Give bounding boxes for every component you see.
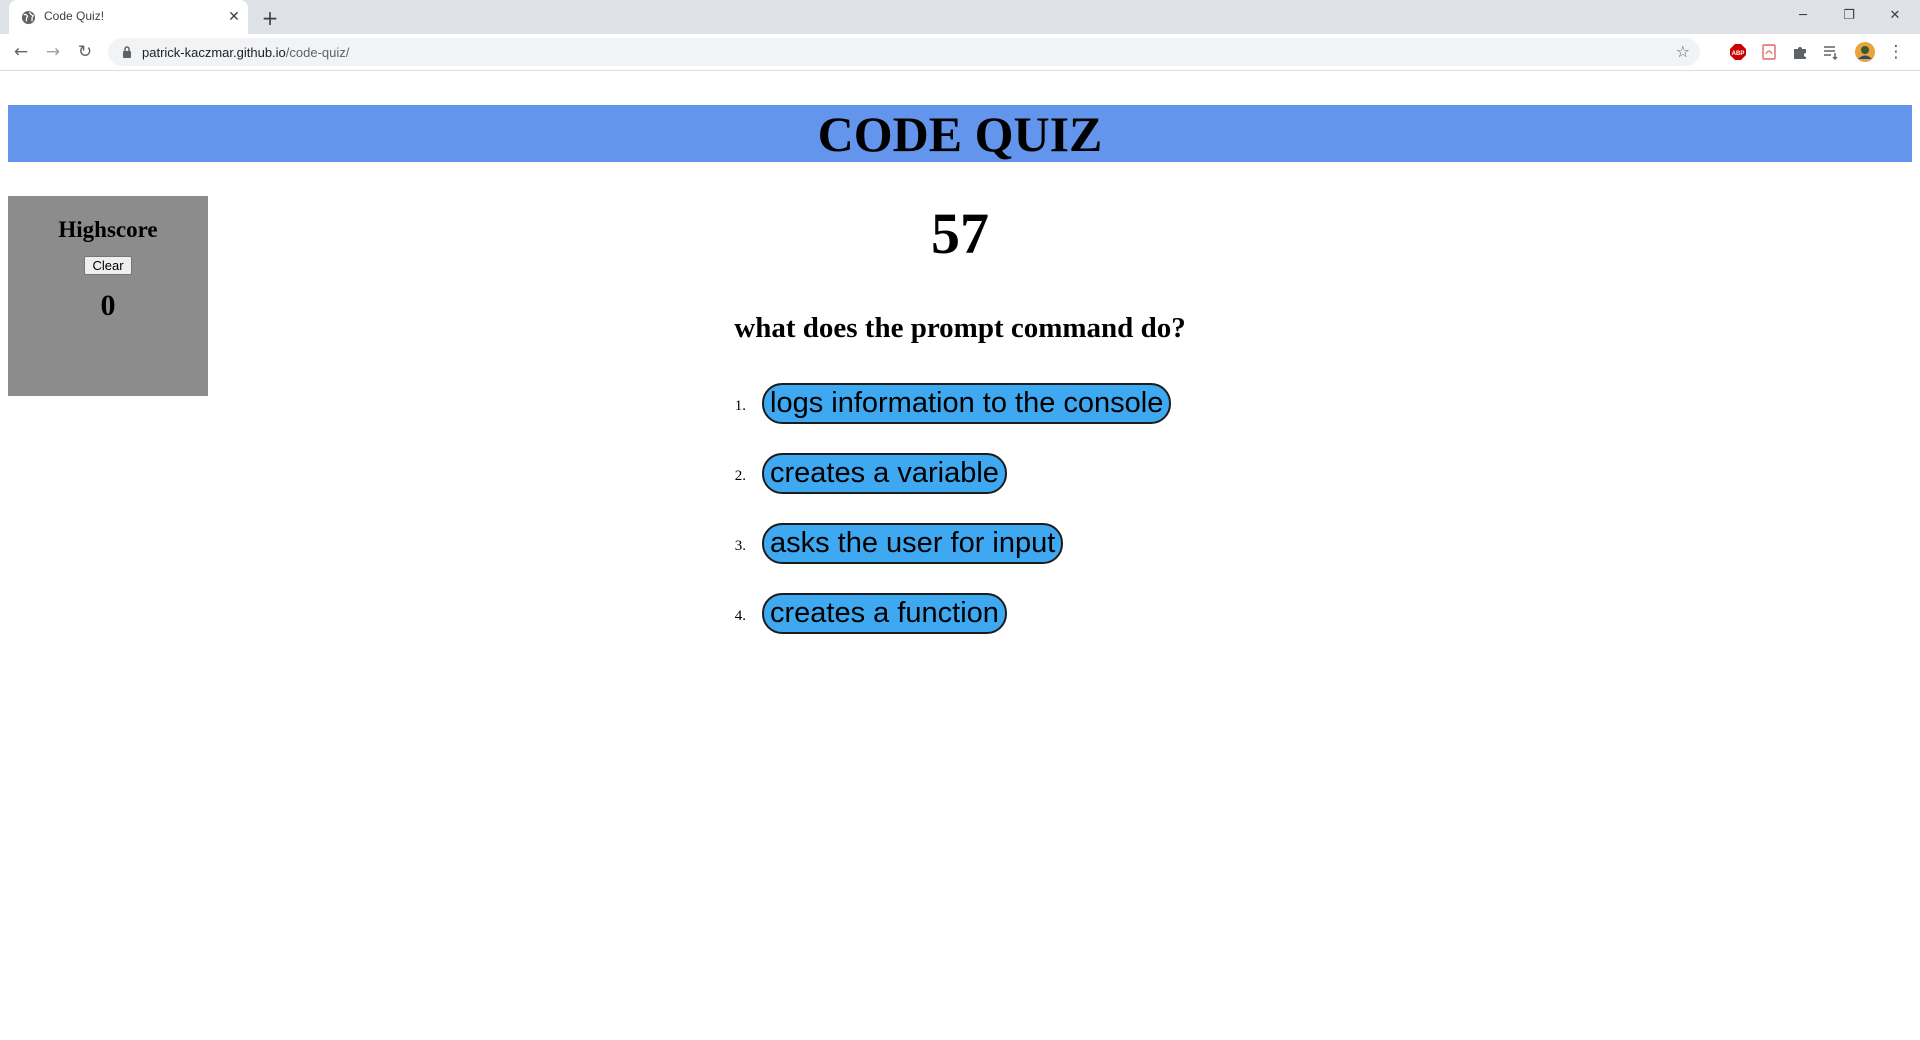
answer-button-2[interactable]: creates a variable [762, 453, 1007, 494]
timer: 57 [931, 201, 989, 266]
tab-title: Code Quiz! [44, 9, 105, 23]
bookmark-star-icon[interactable]: ☆ [1676, 42, 1690, 61]
url-path: /code-quiz/ [285, 45, 350, 60]
new-tab-icon[interactable]: + [258, 6, 282, 30]
question-text: what does the prompt command do? [734, 312, 1186, 344]
close-window-icon[interactable]: ✕ [1872, 4, 1918, 28]
url-host: patrick-kaczmar.github.io [142, 45, 286, 60]
pdf-extension-icon[interactable] [1760, 43, 1778, 61]
reload-icon[interactable]: ↻ [72, 39, 98, 65]
address-bar[interactable]: patrick-kaczmar.github.io/code-quiz/ ☆ [108, 38, 1700, 66]
page-title: CODE QUIZ [817, 106, 1103, 162]
browser-toolbar: ← → ↻ patrick-kaczmar.github.io/code-qui… [0, 34, 1920, 71]
answer-number: 4. [734, 608, 746, 624]
adblock-icon[interactable]: ABP [1729, 43, 1747, 61]
svg-text:ABP: ABP [1732, 51, 1745, 57]
menu-kebab-icon[interactable]: ⋮ [1886, 39, 1906, 65]
restore-icon[interactable]: ❐ [1826, 4, 1872, 28]
answer-number: 2. [734, 468, 746, 484]
url-text: patrick-kaczmar.github.io/code-quiz/ [142, 45, 349, 60]
globe-icon [21, 10, 36, 25]
lock-icon [123, 46, 131, 58]
back-icon[interactable]: ← [8, 39, 34, 65]
answer-number: 3. [734, 538, 746, 554]
browser-tabstrip: Code Quiz! ✕ + ─ ❐ ✕ [0, 0, 1920, 34]
header-bar: CODE QUIZ [8, 105, 1912, 162]
reading-list-icon[interactable] [1822, 43, 1840, 61]
browser-tab[interactable]: Code Quiz! ✕ [9, 0, 248, 34]
minimize-icon[interactable]: ─ [1780, 4, 1826, 28]
answer-button-1[interactable]: logs information to the console [762, 383, 1172, 424]
puzzle-icon[interactable] [1791, 43, 1809, 61]
forward-icon[interactable]: → [40, 39, 66, 65]
answer-button-4[interactable]: creates a function [762, 593, 1007, 634]
answer-number: 1. [734, 398, 746, 414]
close-tab-icon[interactable]: ✕ [225, 8, 243, 26]
page-content: CODE QUIZ Highscore Clear 0 57 what does… [0, 71, 1920, 1040]
avatar[interactable] [1855, 42, 1875, 62]
answer-button-3[interactable]: asks the user for input [762, 523, 1064, 564]
